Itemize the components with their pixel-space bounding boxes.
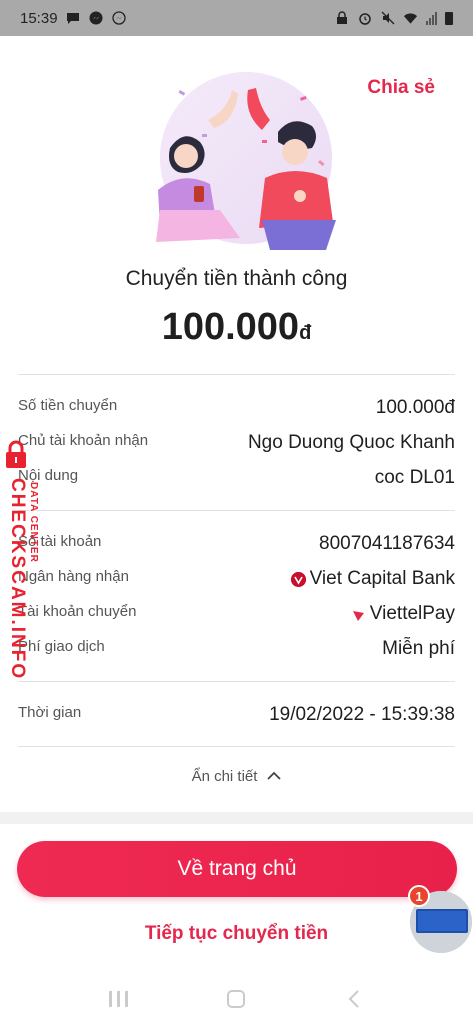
status-bar-right [334, 11, 453, 26]
chat-head-bubble[interactable]: 1 [408, 885, 473, 957]
status-bar: 15:39 [0, 0, 473, 36]
divider [18, 510, 455, 511]
detail-value: Ngo Duong Quoc Khanh [247, 432, 455, 453]
detail-row-time: Thời gian 19/02/2022 - 15:39:38 [18, 704, 455, 726]
bank-name: Viet Capital Bank [309, 568, 455, 589]
amount-currency: đ [299, 322, 312, 344]
continue-transfer-button[interactable]: Tiếp tục chuyển tiền [0, 923, 473, 945]
detail-value-bank: Viet Capital Bank [290, 568, 455, 590]
recent-apps-button[interactable] [104, 984, 134, 1014]
source-account-name: ViettelPay [369, 603, 455, 624]
detail-row-amount: Số tiền chuyển 100.000đ [18, 397, 455, 419]
watermark-sub-text: DATA CENTER [28, 482, 39, 563]
detail-row-content: Nội dung coc DL01 [18, 467, 455, 489]
share-button[interactable]: Chia sẻ [367, 77, 435, 99]
mute-icon [380, 11, 395, 26]
watermark-lock-icon [4, 440, 28, 475]
detail-row-source-account: Tài khoản chuyển ViettelPay [18, 603, 455, 625]
detail-row-bank: Ngân hàng nhận Viet Capital Bank [18, 568, 455, 590]
signal-icon [426, 11, 437, 25]
detail-label: Số tiền chuyển [18, 397, 118, 414]
detail-value: 100.000đ [375, 397, 455, 418]
detail-value: coc DL01 [374, 467, 455, 488]
hide-details-toggle[interactable]: Ẩn chi tiết [0, 768, 473, 785]
message-icon [66, 11, 81, 26]
home-nav-button[interactable] [221, 984, 251, 1014]
watermark: CHECKSCAM.INFO DATA CENTER [2, 440, 54, 680]
system-nav-bar [0, 974, 473, 1024]
messenger-outline-icon [112, 11, 127, 26]
status-time: 15:39 [20, 9, 58, 27]
alarm-icon [357, 11, 372, 26]
success-title: Chuyển tiền thành công [125, 267, 348, 290]
chevron-up-icon [267, 768, 282, 785]
detail-value: 19/02/2022 - 15:39:38 [269, 704, 455, 725]
detail-value: 8007041187634 [319, 533, 455, 554]
amount-value: 100.000 [161, 306, 300, 348]
transfer-success-screen: 15:39 Chia sẻ Chuyển tiền thành công 100… [0, 0, 473, 1024]
status-bar-left: 15:39 [20, 10, 127, 27]
watermark-main-text: CHECKSCAM.INFO [7, 478, 28, 681]
section-separator [0, 812, 473, 824]
detail-label: Thời gian [18, 704, 82, 721]
divider [18, 681, 455, 682]
messenger-icon [89, 11, 104, 26]
detail-row-recipient: Chủ tài khoản nhận Ngo Duong Quoc Khanh [18, 432, 455, 454]
back-nav-button[interactable] [339, 984, 369, 1014]
viettelpay-logo-icon [351, 607, 366, 622]
notification-badge: 1 [408, 885, 430, 907]
detail-row-account-number: Số tài khoản 8007041187634 [18, 533, 455, 555]
toggle-label: Ẩn chi tiết [191, 768, 258, 785]
battery-icon [445, 11, 453, 25]
wifi-icon [403, 11, 418, 26]
detail-value-source: ViettelPay [351, 603, 455, 625]
divider [18, 374, 455, 375]
transfer-amount: 100.000đ [0, 306, 473, 349]
lock-icon [334, 11, 349, 26]
divider [18, 746, 455, 747]
detail-value: Miễn phí [382, 638, 455, 659]
success-illustration [150, 70, 340, 250]
detail-row-fee: Phí giao dịch Miễn phí [18, 638, 455, 660]
home-button[interactable]: Về trang chủ [17, 841, 457, 897]
viet-capital-bank-logo-icon [290, 571, 306, 587]
